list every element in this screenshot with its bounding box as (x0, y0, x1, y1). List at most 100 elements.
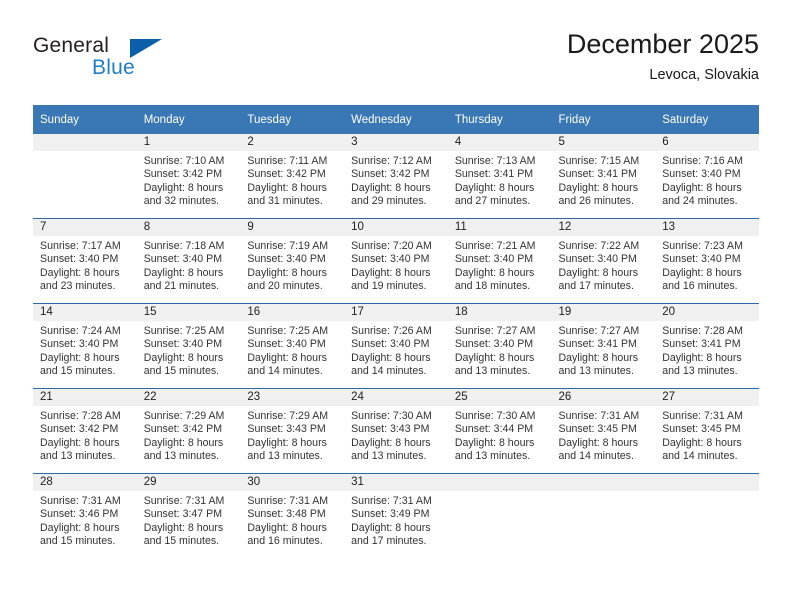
calendar-day-cell[interactable]: 18 Sunrise: 7:27 AM Sunset: 3:40 PM Dayligh… (447, 303, 552, 389)
sunrise-text: Sunrise: 7:15 AM (558, 155, 640, 167)
day-cell-content: 27 Sunrise: 7:31 AM Sunset: 3:45 PM Dayligh… (655, 389, 759, 473)
daylight-text-line2: and 16 minutes. (662, 280, 738, 293)
daylight-text-line1: Daylight: 8 hours (558, 436, 639, 449)
day-sun-info: Sunrise: 7:21 AM Sunset: 3:40 PM Daylight:… (448, 236, 552, 294)
calendar-page: General Blue December 2025 Levoca, Slova… (0, 0, 792, 612)
day-cell-content: 21 Sunrise: 7:28 AM Sunset: 3:42 PM Dayligh… (33, 389, 137, 473)
day-cell-content: 1 Sunrise: 7:10 AM Sunset: 3:42 PM Daylight… (136, 134, 241, 218)
calendar-day-cell[interactable]: 29 Sunrise: 7:31 AM Sunset: 3:47 PM Dayligh… (136, 473, 241, 558)
day-sun-info: Sunrise: 7:25 AM Sunset: 3:40 PM Daylight:… (240, 321, 344, 379)
day-cell-content: 4 Sunrise: 7:13 AM Sunset: 3:41 PM Daylight… (447, 134, 552, 218)
day-sun-info: Sunrise: 7:11 AM Sunset: 3:42 PM Daylight:… (240, 151, 344, 209)
day-cell-content: 8 Sunrise: 7:18 AM Sunset: 3:40 PM Daylight… (136, 219, 241, 303)
calendar-day-cell[interactable]: 3 Sunrise: 7:12 AM Sunset: 3:42 PM Daylight… (344, 134, 448, 219)
calendar-day-cell[interactable]: 11 Sunrise: 7:21 AM Sunset: 3:40 PM Dayligh… (447, 218, 552, 304)
calendar-day-cell (447, 473, 552, 558)
day-sun-info: Sunrise: 7:23 AM Sunset: 3:40 PM Daylight:… (655, 236, 759, 294)
calendar-day-cell[interactable]: 14 Sunrise: 7:24 AM Sunset: 3:40 PM Dayligh… (33, 303, 137, 389)
day-number: 12 (551, 219, 656, 236)
calendar-day-cell[interactable]: 2 Sunrise: 7:11 AM Sunset: 3:42 PM Daylight… (240, 134, 345, 219)
day-cell-content: 26 Sunrise: 7:31 AM Sunset: 3:45 PM Dayligh… (551, 389, 656, 473)
day-cell-content: 17 Sunrise: 7:26 AM Sunset: 3:40 PM Dayligh… (344, 304, 448, 388)
calendar-day-cell[interactable]: 19 Sunrise: 7:27 AM Sunset: 3:41 PM Dayligh… (551, 303, 656, 389)
sunset-text: Sunset: 3:42 PM (247, 168, 326, 181)
day-sun-info: Sunrise: 7:27 AM Sunset: 3:41 PM Daylight:… (552, 321, 656, 379)
day-cell-content: 9 Sunrise: 7:19 AM Sunset: 3:40 PM Daylight… (240, 219, 345, 303)
calendar-day-cell[interactable]: 13 Sunrise: 7:23 AM Sunset: 3:40 PM Dayligh… (655, 218, 759, 304)
calendar-day-cell[interactable]: 6 Sunrise: 7:16 AM Sunset: 3:40 PM Daylight… (655, 134, 759, 219)
daylight-text-line1: Daylight: 8 hours (143, 181, 224, 194)
day-cell-content: 15 Sunrise: 7:25 AM Sunset: 3:40 PM Dayligh… (136, 304, 241, 388)
calendar-day-cell[interactable]: 9 Sunrise: 7:19 AM Sunset: 3:40 PM Daylight… (240, 218, 345, 304)
day-number: 11 (447, 219, 552, 236)
day-number: 4 (447, 134, 552, 151)
calendar-day-cell[interactable]: 7 Sunrise: 7:17 AM Sunset: 3:40 PM Daylight… (33, 218, 137, 304)
day-number: 10 (344, 219, 448, 236)
day-sun-info: Sunrise: 7:31 AM Sunset: 3:46 PM Daylight:… (33, 491, 137, 549)
daylight-text-line2: and 15 minutes. (143, 535, 220, 548)
daylight-text-line2: and 23 minutes. (40, 280, 116, 293)
day-cell-content: 2 Sunrise: 7:11 AM Sunset: 3:42 PM Daylight… (240, 134, 345, 218)
sunset-text: Sunset: 3:40 PM (454, 338, 534, 351)
sunset-text: Sunset: 3:41 PM (454, 168, 534, 181)
calendar-day-cell[interactable]: 17 Sunrise: 7:26 AM Sunset: 3:40 PM Dayligh… (344, 303, 448, 389)
sunset-text: Sunset: 3:40 PM (351, 253, 430, 266)
calendar-day-cell[interactable]: 23 Sunrise: 7:29 AM Sunset: 3:43 PM Dayligh… (240, 388, 345, 474)
daylight-text-line1: Daylight: 8 hours (247, 351, 327, 364)
calendar-day-cell[interactable]: 20 Sunrise: 7:28 AM Sunset: 3:41 PM Dayligh… (655, 303, 759, 389)
daylight-text-line1: Daylight: 8 hours (351, 266, 431, 279)
sunrise-text: Sunrise: 7:19 AM (247, 240, 329, 252)
daylight-text-line2: and 26 minutes. (558, 195, 634, 208)
calendar-week-row: 21 Sunrise: 7:28 AM Sunset: 3:42 PM Dayligh… (33, 388, 759, 474)
daylight-text-line1: Daylight: 8 hours (143, 521, 224, 534)
calendar-day-cell[interactable]: 25 Sunrise: 7:30 AM Sunset: 3:44 PM Dayligh… (447, 388, 552, 474)
sunrise-text: Sunrise: 7:17 AM (40, 240, 121, 252)
day-number: 31 (344, 474, 448, 491)
calendar-day-cell[interactable]: 15 Sunrise: 7:25 AM Sunset: 3:40 PM Dayligh… (136, 303, 241, 389)
calendar-day-cell[interactable]: 22 Sunrise: 7:29 AM Sunset: 3:42 PM Dayligh… (136, 388, 241, 474)
sunrise-text: Sunrise: 7:13 AM (454, 155, 536, 167)
calendar-day-cell[interactable]: 24 Sunrise: 7:30 AM Sunset: 3:43 PM Dayligh… (344, 388, 448, 474)
day-number: 20 (655, 304, 759, 321)
day-sun-info: Sunrise: 7:16 AM Sunset: 3:40 PM Daylight:… (655, 151, 759, 209)
day-cell-content: 14 Sunrise: 7:24 AM Sunset: 3:40 PM Dayligh… (33, 304, 137, 388)
calendar-day-cell[interactable]: 1 Sunrise: 7:10 AM Sunset: 3:42 PM Daylight… (136, 134, 241, 219)
daylight-text-line1: Daylight: 8 hours (351, 436, 431, 449)
day-number: 21 (33, 389, 137, 406)
sunset-text: Sunset: 3:42 PM (351, 168, 430, 181)
page-header: General Blue December 2025 Levoca, Slova… (33, 28, 759, 90)
daylight-text-line1: Daylight: 8 hours (558, 181, 639, 194)
calendar-day-cell[interactable]: 4 Sunrise: 7:13 AM Sunset: 3:41 PM Daylight… (447, 134, 552, 219)
weekday-header-tuesday: Tuesday (240, 105, 345, 134)
daylight-text-line1: Daylight: 8 hours (454, 436, 535, 449)
daylight-text-line2: and 27 minutes. (454, 195, 531, 208)
calendar-day-cell[interactable]: 31 Sunrise: 7:31 AM Sunset: 3:49 PM Dayligh… (344, 473, 448, 558)
calendar-day-cell[interactable]: 26 Sunrise: 7:31 AM Sunset: 3:45 PM Dayligh… (551, 388, 656, 474)
daylight-text-line1: Daylight: 8 hours (143, 266, 224, 279)
sunset-text: Sunset: 3:40 PM (454, 253, 534, 266)
daylight-text-line1: Daylight: 8 hours (662, 351, 742, 364)
calendar-day-cell[interactable]: 28 Sunrise: 7:31 AM Sunset: 3:46 PM Dayligh… (33, 473, 137, 558)
calendar-day-cell[interactable]: 12 Sunrise: 7:22 AM Sunset: 3:40 PM Dayligh… (551, 218, 656, 304)
daylight-text-line2: and 15 minutes. (40, 365, 116, 378)
calendar-day-cell[interactable]: 27 Sunrise: 7:31 AM Sunset: 3:45 PM Dayligh… (655, 388, 759, 474)
sunset-text: Sunset: 3:45 PM (662, 423, 741, 436)
daylight-text-line1: Daylight: 8 hours (247, 436, 327, 449)
calendar-day-cell[interactable]: 8 Sunrise: 7:18 AM Sunset: 3:40 PM Daylight… (136, 218, 241, 304)
day-number: 16 (240, 304, 345, 321)
day-cell-content: 20 Sunrise: 7:28 AM Sunset: 3:41 PM Dayligh… (655, 304, 759, 388)
sunset-text: Sunset: 3:40 PM (662, 253, 741, 266)
sunset-text: Sunset: 3:40 PM (558, 253, 637, 266)
day-sun-info: Sunrise: 7:31 AM Sunset: 3:47 PM Daylight:… (137, 491, 241, 549)
calendar-day-cell[interactable]: 10 Sunrise: 7:20 AM Sunset: 3:40 PM Dayligh… (344, 218, 448, 304)
weekday-header-row: Sunday Monday Tuesday Wednesday Thursday… (33, 105, 759, 134)
calendar-day-cell[interactable]: 30 Sunrise: 7:31 AM Sunset: 3:48 PM Dayligh… (240, 473, 345, 558)
calendar-day-cell[interactable]: 16 Sunrise: 7:25 AM Sunset: 3:40 PM Dayligh… (240, 303, 345, 389)
calendar-day-cell[interactable]: 5 Sunrise: 7:15 AM Sunset: 3:41 PM Daylight… (551, 134, 656, 219)
calendar-week-row: 28 Sunrise: 7:31 AM Sunset: 3:46 PM Dayligh… (33, 473, 759, 558)
calendar-day-cell[interactable]: 21 Sunrise: 7:28 AM Sunset: 3:42 PM Dayligh… (33, 388, 137, 474)
calendar-day-cell (551, 473, 656, 558)
day-number (655, 474, 759, 491)
sunset-text: Sunset: 3:40 PM (247, 338, 326, 351)
daylight-text-line1: Daylight: 8 hours (247, 266, 327, 279)
